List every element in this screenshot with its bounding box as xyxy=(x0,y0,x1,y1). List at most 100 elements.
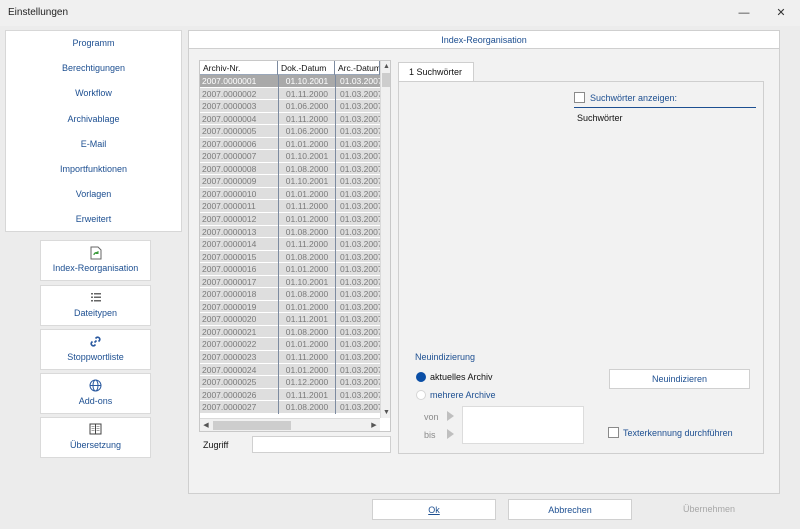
ocr-label[interactable]: Texterkennung durchführen xyxy=(623,428,733,438)
table-cell: 01.03.2007 xyxy=(335,313,380,326)
table-row[interactable]: 2007.0000012 01.01.2000 01.03.2007 xyxy=(200,213,380,226)
reindex-button[interactable]: Neuindizieren xyxy=(609,369,750,389)
table-cell: 2007.0000011 xyxy=(202,201,256,212)
table-row[interactable]: 2007.0000008 01.08.2000 01.03.2007 xyxy=(200,162,380,176)
nav-item-archivablage[interactable]: Archivablage xyxy=(6,107,181,132)
tile-add-ons[interactable]: Add-ons xyxy=(40,373,151,414)
table-cell: 01.03.2007 xyxy=(335,150,380,163)
nav-item-workflow[interactable]: Workflow xyxy=(6,81,181,106)
ocr-checkbox[interactable] xyxy=(608,427,619,438)
table-row[interactable]: 2007.0000021 01.08.2000 01.03.2007 xyxy=(200,325,380,339)
table-row[interactable]: 2007.0000002 01.11.2000 01.03.2007 xyxy=(200,87,380,101)
table-row[interactable]: 2007.0000011 01.11.2000 01.03.2007 xyxy=(200,200,380,214)
tab-suchwoerter[interactable]: 1 Suchwörter xyxy=(398,62,474,82)
nav-item-berechtigungen[interactable]: Berechtigungen xyxy=(6,56,181,81)
table-cell: 01.03.2007 xyxy=(335,363,380,377)
tile-dateitypen[interactable]: Dateitypen xyxy=(40,285,151,326)
close-button[interactable]: ✕ xyxy=(770,4,792,22)
table-row[interactable]: 2007.0000022 01.01.2000 01.03.2007 xyxy=(200,338,380,352)
nav-item-importfunktionen[interactable]: Importfunktionen xyxy=(6,157,181,182)
zugriff-field[interactable] xyxy=(252,436,391,453)
scroll-down-icon[interactable]: ▼ xyxy=(381,407,390,418)
tile-index-reorganisation[interactable]: Index-Reorganisation xyxy=(40,240,151,281)
table-cell: 2007.0000003 xyxy=(202,101,257,112)
table-row[interactable]: 2007.0000023 01.11.2000 01.03.2007 xyxy=(200,351,380,364)
table-cell: 01.06.2000 xyxy=(278,100,335,113)
table-cell: 01.03.2007 xyxy=(335,225,380,239)
table-row[interactable]: 2007.0000001 01.10.2001 01.03.2007 xyxy=(200,75,380,88)
table-cell: 01.01.2000 xyxy=(278,338,335,352)
horizontal-scrollbar[interactable]: ◀ ▶ xyxy=(200,418,380,431)
von-label: von xyxy=(424,412,439,422)
table-row[interactable]: 2007.0000019 01.01.2000 01.03.2007 xyxy=(200,300,380,314)
table-row[interactable]: 2007.0000015 01.08.2000 01.03.2007 xyxy=(200,250,380,264)
table-cell: 2007.0000005 xyxy=(202,126,257,137)
table-row[interactable]: 2007.0000007 01.10.2001 01.03.2007 xyxy=(200,150,380,163)
divider xyxy=(574,107,756,108)
ok-button[interactable]: Ok xyxy=(372,499,496,520)
table-cell: 01.03.2007 xyxy=(335,351,380,364)
table-cell: 2007.0000015 xyxy=(202,251,257,262)
table-cell: 01.11.2001 xyxy=(278,313,335,326)
table-row[interactable]: 2007.0000024 01.01.2000 01.03.2007 xyxy=(200,363,380,377)
table-row[interactable]: 2007.0000013 01.08.2000 01.03.2007 xyxy=(200,225,380,239)
von-arrow-icon[interactable] xyxy=(447,411,454,421)
nav-item-erweitert[interactable]: Erweitert xyxy=(6,207,181,232)
zugriff-label: Zugriff xyxy=(203,440,229,450)
scroll-up-icon[interactable]: ▲ xyxy=(381,61,390,72)
table-row[interactable]: 2007.0000010 01.01.2000 01.03.2007 xyxy=(200,187,380,201)
tile-stoppwortliste[interactable]: Stoppwortliste xyxy=(40,329,151,370)
table-cell: 01.03.2007 xyxy=(335,200,380,214)
column-header-archiv-nr[interactable]: Archiv-Nr. xyxy=(200,61,278,75)
bis-arrow-icon[interactable] xyxy=(447,429,454,439)
table-cell: 01.03.2007 xyxy=(335,75,380,88)
table-row[interactable]: 2007.0000005 01.06.2000 01.03.2007 xyxy=(200,125,380,138)
table-cell: 01.11.2000 xyxy=(278,238,335,251)
table-cell: 01.08.2000 xyxy=(278,162,335,176)
nav-item-vorlagen[interactable]: Vorlagen xyxy=(6,182,181,207)
window-title: Einstellungen xyxy=(8,7,69,18)
radio-multiple-archives[interactable] xyxy=(416,390,426,400)
show-keywords-checkbox[interactable] xyxy=(574,92,585,103)
archive-range-list[interactable] xyxy=(462,406,584,444)
table-cell: 2007.0000019 xyxy=(202,301,257,312)
table-cell: 2007.0000016 xyxy=(202,264,257,275)
table-row[interactable]: 2007.0000006 01.01.2000 01.03.2007 xyxy=(200,137,380,151)
tile-uebersetzung[interactable]: Übersetzung xyxy=(40,417,151,458)
scroll-right-icon[interactable]: ▶ xyxy=(368,419,380,431)
nav-item-email[interactable]: E-Mail xyxy=(6,132,181,157)
table-cell: 2007.0000027 xyxy=(202,402,257,413)
table-row[interactable]: 2007.0000016 01.01.2000 01.03.2007 xyxy=(200,263,380,276)
radio-multiple-archives-label[interactable]: mehrere Archive xyxy=(430,390,496,400)
column-header-arc-datum[interactable]: Arc.-Datum xyxy=(335,61,380,75)
table-row[interactable]: 2007.0000020 01.11.2001 01.03.2007 xyxy=(200,313,380,326)
table-row[interactable]: 2007.0000003 01.06.2000 01.03.2007 xyxy=(200,100,380,113)
scroll-thumb[interactable] xyxy=(382,73,390,87)
radio-current-archive[interactable] xyxy=(416,372,426,382)
table-row[interactable]: 2007.0000009 01.10.2001 01.03.2007 xyxy=(200,175,380,188)
table-row[interactable]: 2007.0000027 01.08.2000 01.03.2007 xyxy=(200,401,380,414)
table-row[interactable]: 2007.0000026 01.11.2001 01.03.2007 xyxy=(200,388,380,402)
scroll-thumb[interactable] xyxy=(213,421,291,430)
table-cell: 01.03.2007 xyxy=(335,401,380,414)
show-keywords-label[interactable]: Suchwörter anzeigen: xyxy=(590,93,677,103)
column-header-dok-datum[interactable]: Dok.-Datum xyxy=(278,61,335,75)
table-row[interactable]: 2007.0000018 01.08.2000 01.03.2007 xyxy=(200,288,380,301)
table-cell: 2007.0000013 xyxy=(202,226,257,237)
table-row[interactable]: 2007.0000025 01.12.2000 01.03.2007 xyxy=(200,376,380,389)
cancel-button[interactable]: Abbrechen xyxy=(508,499,632,520)
table-row[interactable]: 2007.0000017 01.10.2001 01.03.2007 xyxy=(200,275,380,289)
tile-label: Add-ons xyxy=(78,396,113,406)
table-cell: 01.08.2000 xyxy=(278,250,335,264)
minimize-button[interactable]: — xyxy=(733,4,755,22)
list-icon xyxy=(41,291,150,305)
table-row[interactable]: 2007.0000014 01.11.2000 01.03.2007 xyxy=(200,238,380,251)
vertical-scrollbar[interactable]: ▲ ▼ xyxy=(380,61,390,418)
table-cell: 2007.0000008 xyxy=(202,163,257,174)
radio-current-archive-label[interactable]: aktuelles Archiv xyxy=(430,372,493,382)
table-row[interactable]: 2007.0000004 01.11.2000 01.03.2007 xyxy=(200,112,380,126)
apply-button[interactable]: Übernehmen xyxy=(647,499,771,520)
link-icon xyxy=(41,335,150,349)
nav-item-programm[interactable]: Programm xyxy=(6,31,181,56)
scroll-left-icon[interactable]: ◀ xyxy=(200,419,212,431)
